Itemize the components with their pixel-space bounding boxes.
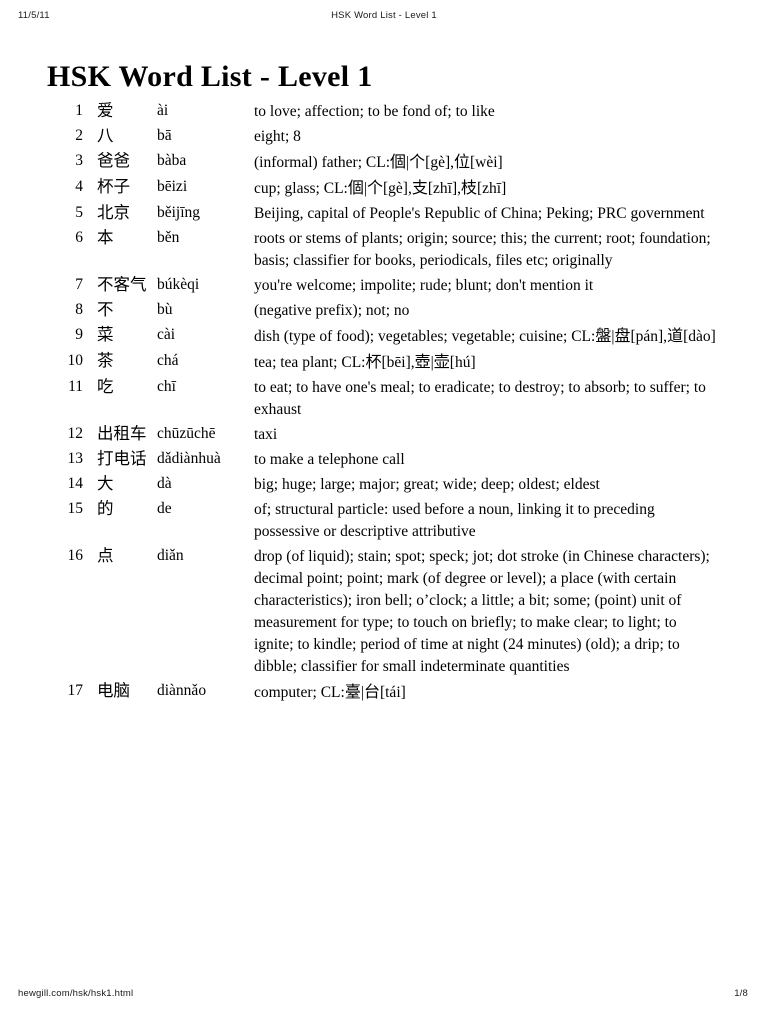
entry-number: 9 [75, 326, 83, 343]
entry-pinyin: chī [157, 378, 176, 395]
entry-hanzi: 杯子 [97, 177, 130, 196]
entry-definition: cup; glass; CL:個|个[gè],支[zhī],枝[zhī] [254, 178, 507, 197]
entry-definition: of; structural particle: used before a n… [254, 501, 655, 540]
word-entry-row: 6 本 běn roots or stems of plants; origin; s… [0, 227, 768, 272]
entry-definition: you're welcome; impolite; rude; blunt; d… [254, 277, 594, 294]
entry-pinyin: bēizi [157, 178, 188, 195]
word-entry-row: 12 出租车 chūzūchē taxi [0, 423, 768, 446]
entry-hanzi: 电脑 [97, 681, 130, 700]
entry-pinyin: búkèqi [157, 276, 200, 293]
word-entry-row: 17 电脑 diànnǎo computer; CL:臺|台[tái] [0, 680, 768, 704]
entry-definition: (informal) father; CL:個|个[gè],位[wèi] [254, 152, 503, 171]
word-entry-row: 16 点 diǎn drop (of liquid); stain; spot; sp… [0, 545, 768, 678]
entry-hanzi: 出租车 [97, 424, 147, 443]
entry-number: 10 [67, 352, 84, 369]
entry-pinyin: diànnǎo [157, 682, 207, 699]
word-entry-row: 5 北京 běijīng Beijing, capital of People's R… [0, 202, 768, 225]
entry-pinyin: ài [157, 102, 169, 119]
entry-definition: tea; tea plant; CL:杯[bēi],壺|壶[hú] [254, 352, 476, 371]
entry-hanzi: 打电话 [97, 449, 147, 468]
word-entry-row: 15 的 de of; structural particle: used befor… [0, 498, 768, 543]
word-entry-row: 1 爱 ài to love; affection; to be fond of; t… [0, 100, 768, 123]
entry-number: 8 [75, 301, 83, 318]
word-list: 1 爱 ài to love; affection; to be fond of; t… [0, 100, 768, 706]
print-footer-url: hewgill.com/hsk/hsk1.html [18, 988, 134, 999]
entry-hanzi: 爱 [97, 101, 114, 120]
entry-pinyin: běijīng [157, 204, 201, 221]
entry-pinyin: bàba [157, 152, 187, 169]
entry-number: 2 [75, 127, 83, 144]
entry-hanzi: 不 [97, 300, 114, 319]
entry-pinyin: chūzūchē [157, 425, 216, 442]
entry-number: 13 [67, 450, 84, 467]
page-title: HSK Word List - Level 1 [47, 60, 373, 94]
entry-definition: dish (type of food); vegetables; vegetab… [254, 326, 716, 345]
word-entry-row: 8 不 bù (negative prefix); not; no [0, 299, 768, 322]
entry-number: 5 [75, 204, 83, 221]
entry-definition: to eat; to have one's meal; to eradicate… [254, 379, 706, 418]
entry-pinyin: bù [157, 301, 173, 318]
entry-definition: eight; 8 [254, 128, 301, 145]
entry-hanzi: 大 [97, 474, 114, 493]
print-footer: hewgill.com/hsk/hsk1.html 1/8 [0, 988, 768, 1002]
entry-number: 7 [75, 276, 83, 293]
word-entry-row: 13 打电话 dǎdiànhuà to make a telephone call [0, 448, 768, 471]
entry-number: 17 [67, 682, 84, 699]
entry-definition: taxi [254, 426, 278, 443]
entry-hanzi: 吃 [97, 377, 114, 396]
entry-number: 6 [75, 229, 83, 246]
entry-pinyin: dà [157, 475, 172, 492]
print-header-title: HSK Word List - Level 1 [331, 10, 437, 21]
word-entry-row: 7 不客气 búkèqi you're welcome; impolite; rude… [0, 274, 768, 297]
entry-pinyin: chá [157, 352, 179, 369]
entry-number: 15 [67, 500, 84, 517]
entry-number: 3 [75, 152, 83, 169]
word-entry-row: 14 大 dà big; huge; large; major; great; wid… [0, 473, 768, 496]
word-entry-row: 10 茶 chá tea; tea plant; CL:杯[bēi],壺|壶[hú] [0, 350, 768, 374]
entry-hanzi: 八 [97, 126, 114, 145]
entry-hanzi: 茶 [97, 351, 114, 370]
entry-pinyin: cài [157, 326, 176, 343]
entry-definition: computer; CL:臺|台[tái] [254, 682, 406, 701]
entry-pinyin: bā [157, 127, 172, 144]
entry-definition: (negative prefix); not; no [254, 302, 410, 319]
entry-definition: to love; affection; to be fond of; to li… [254, 103, 495, 120]
entry-hanzi: 北京 [97, 203, 130, 222]
entry-definition: Beijing, capital of People's Republic of… [254, 205, 705, 222]
entry-pinyin: diǎn [157, 547, 184, 564]
entry-hanzi: 的 [97, 499, 114, 518]
entry-number: 11 [68, 378, 83, 395]
print-footer-page-number: 1/8 [734, 988, 748, 999]
entry-definition: roots or stems of plants; origin; source… [254, 230, 711, 269]
entry-pinyin: dǎdiànhuà [157, 450, 221, 467]
word-entry-row: 3 爸爸 bàba (informal) father; CL:個|个[gè],位[w… [0, 150, 768, 174]
print-header: 11/5/11 HSK Word List - Level 1 [0, 10, 768, 26]
entry-hanzi: 点 [97, 546, 114, 565]
entry-hanzi: 本 [97, 228, 114, 247]
entry-pinyin: běn [157, 229, 180, 246]
entry-hanzi: 菜 [97, 325, 114, 344]
entry-definition: drop (of liquid); stain; spot; speck; jo… [254, 548, 710, 675]
entry-number: 14 [67, 475, 84, 492]
entry-hanzi: 爸爸 [97, 151, 130, 170]
entry-hanzi: 不客气 [97, 275, 147, 294]
word-entry-row: 11 吃 chī to eat; to have one's meal; to era… [0, 376, 768, 421]
entry-pinyin: de [157, 500, 172, 517]
word-entry-row: 4 杯子 bēizi cup; glass; CL:個|个[gè],支[zhī],枝[… [0, 176, 768, 200]
entry-number: 16 [67, 547, 84, 564]
entry-definition: to make a telephone call [254, 451, 405, 468]
entry-definition: big; huge; large; major; great; wide; de… [254, 476, 600, 493]
entry-number: 4 [75, 178, 83, 195]
word-entry-row: 2 八 bā eight; 8 [0, 125, 768, 148]
entry-number: 12 [67, 425, 84, 442]
word-entry-row: 9 菜 cài dish (type of food); vegetables; ve… [0, 324, 768, 348]
entry-number: 1 [75, 102, 83, 119]
